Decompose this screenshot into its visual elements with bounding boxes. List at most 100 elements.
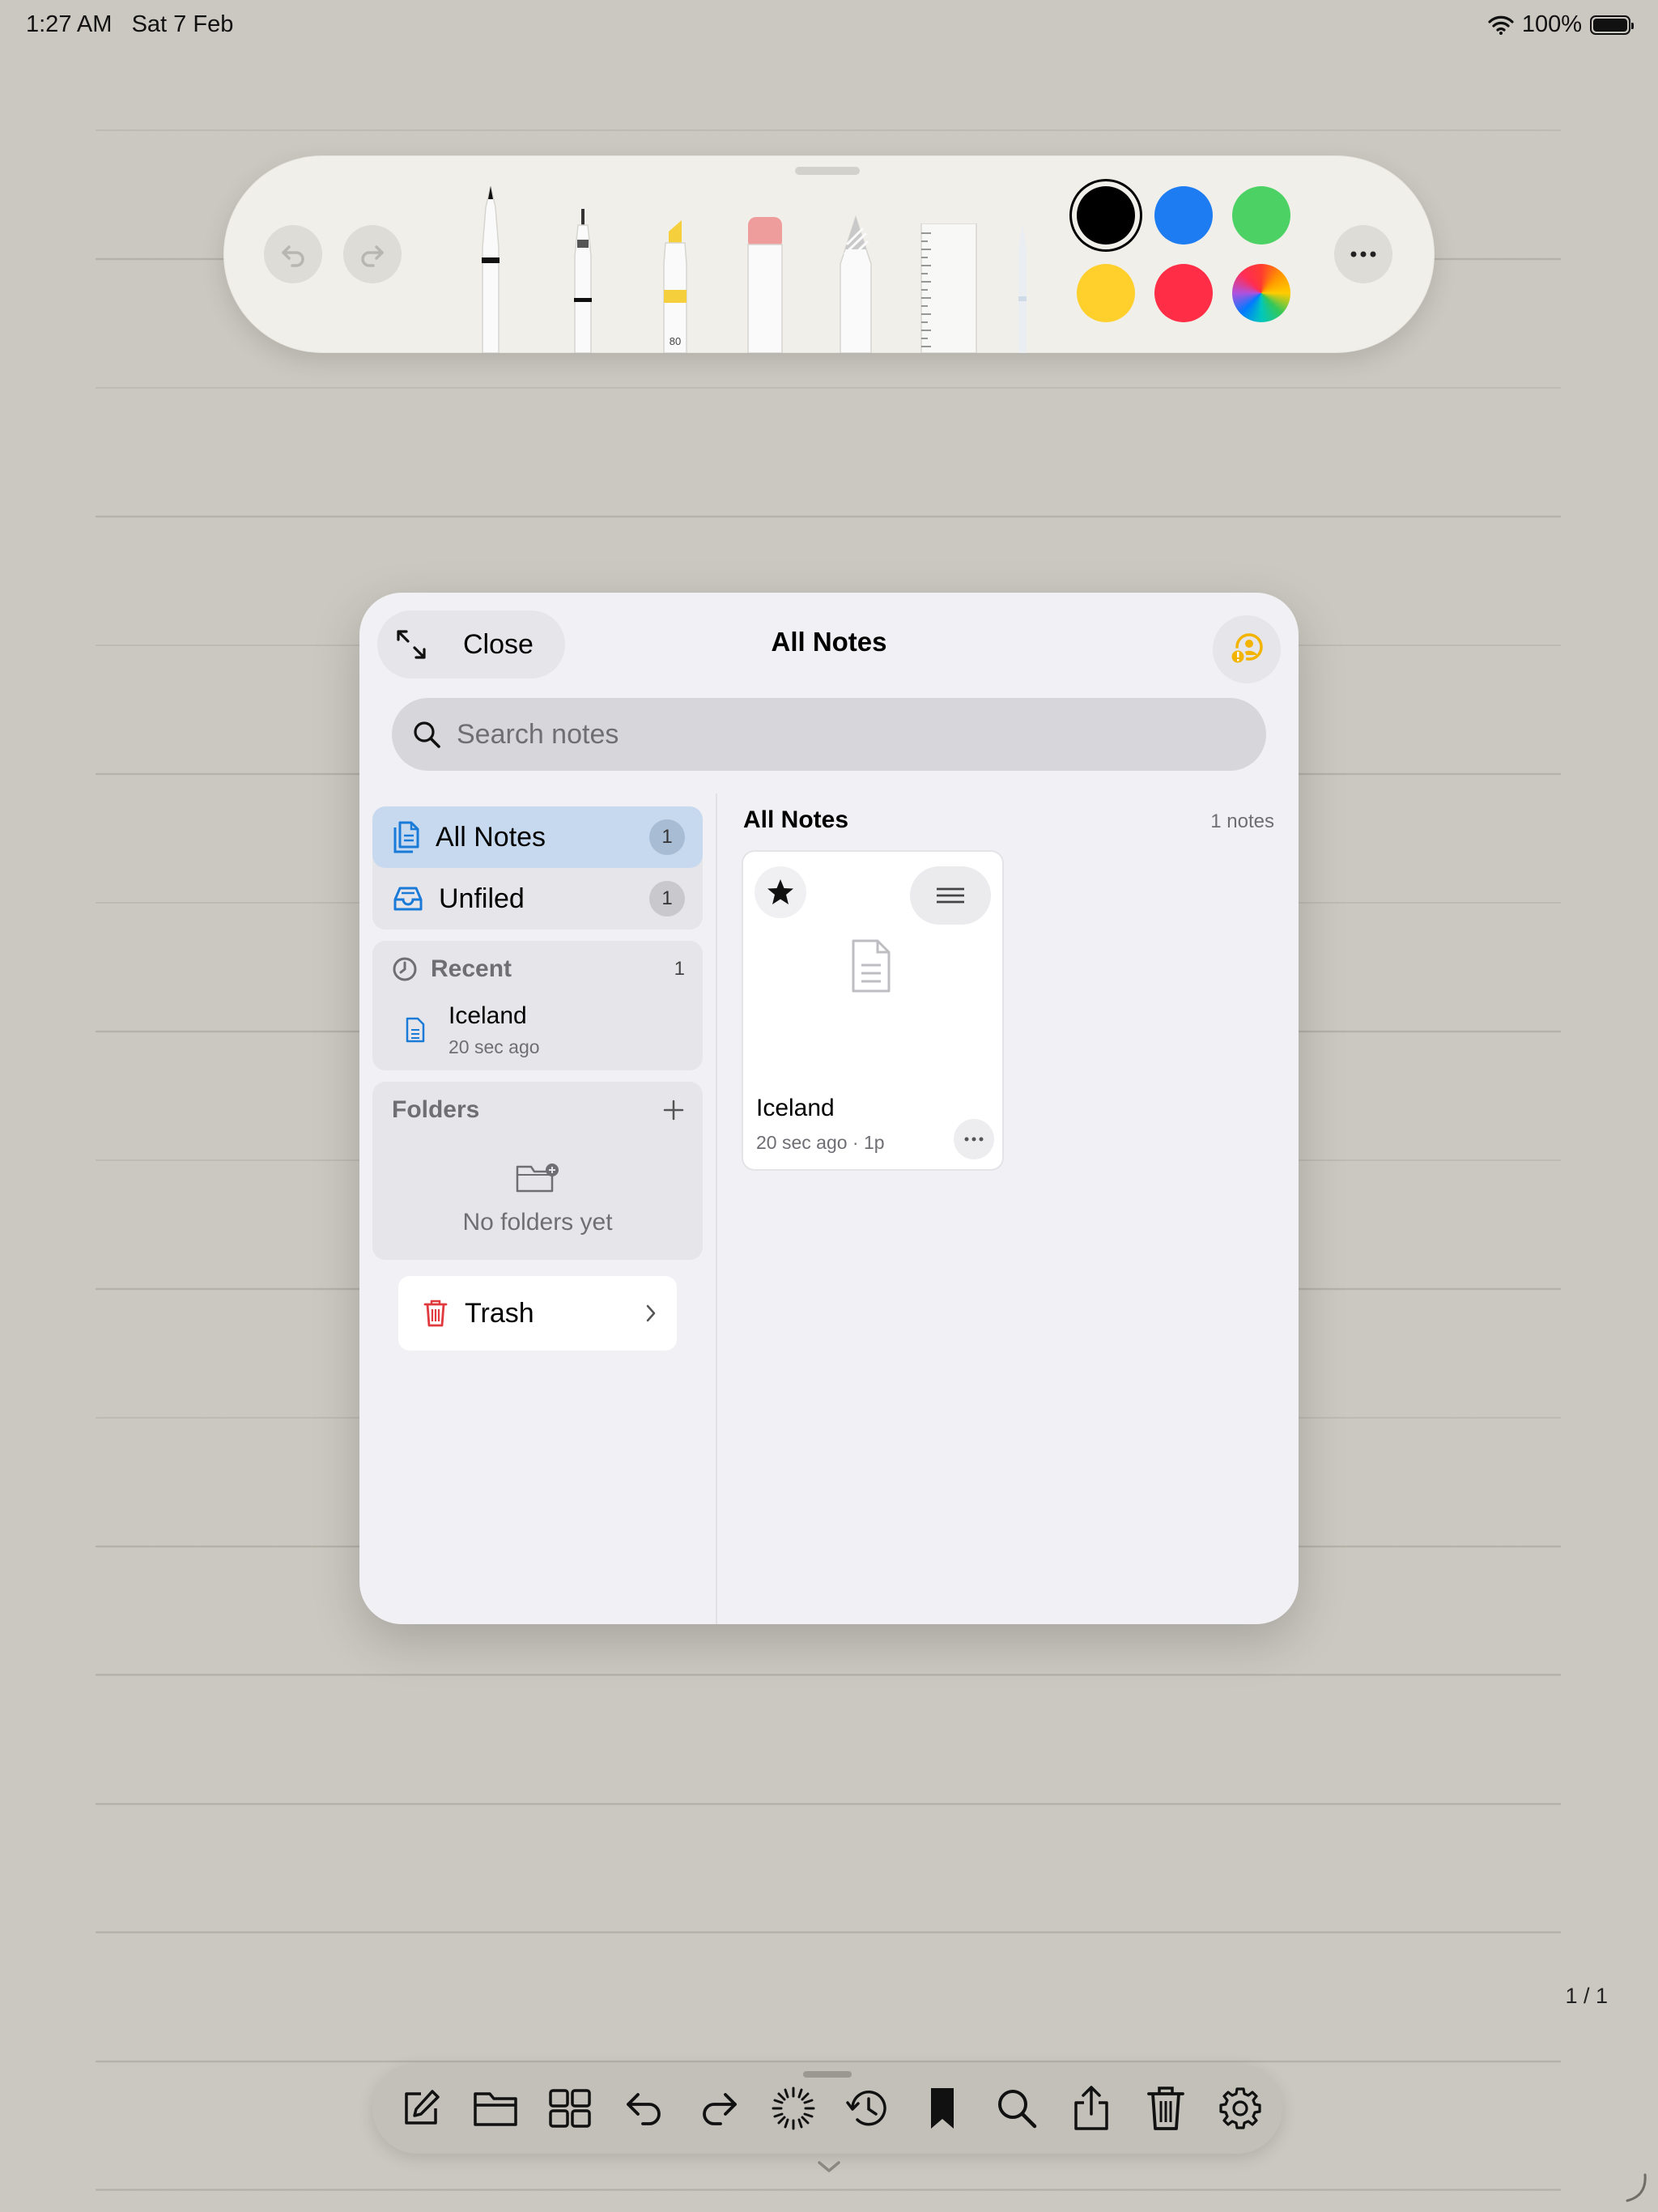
recent-note-title: Iceland [449,1002,527,1029]
wifi-icon [1488,15,1514,35]
note-thumbnail-icon [852,939,891,993]
search-icon [414,721,440,748]
note-card[interactable]: Iceland 20 sec ago · 1p [743,852,1002,1169]
document-icon [406,1017,425,1043]
count-badge: 1 [649,819,685,855]
share-button[interactable] [1067,2084,1116,2133]
empty-folders-text: No folders yet [462,1209,613,1236]
history-button[interactable] [844,2084,892,2133]
delete-button[interactable] [1141,2084,1190,2133]
trash-icon [423,1300,448,1327]
panel-title: All Notes [771,627,887,657]
palette-more-button[interactable] [1334,225,1392,283]
search-toolbar-button[interactable] [993,2084,1041,2133]
color-swatch-blue[interactable] [1154,186,1213,245]
notes-library-panel: Close All Notes Search notes All Notes 1… [359,593,1299,1624]
ruler-tool[interactable] [916,223,981,353]
gear-icon [1219,2087,1261,2129]
undo-button[interactable] [264,225,322,283]
favorite-button[interactable] [755,866,806,918]
sync-button[interactable] [769,2084,818,2133]
folder-add-icon [516,1163,559,1193]
hamburger-icon [937,887,964,904]
folders-label: Folders [392,1096,480,1123]
recent-section-header[interactable]: Recent 1 [372,941,703,998]
notes-list-header: All Notes 1 notes [743,806,1274,834]
search-icon [998,2090,1037,2129]
ellipsis-icon [1350,251,1376,257]
toolbar-grip-handle[interactable] [803,2071,852,2078]
note-menu-button[interactable] [910,866,991,925]
undo-icon [282,245,304,267]
color-swatch-yellow[interactable] [1077,264,1135,322]
grid-view-button[interactable] [546,2084,594,2133]
tool-palette[interactable]: 80 [223,155,1435,353]
undo-toolbar-button[interactable] [620,2084,669,2133]
loading-spinner-icon [772,2087,815,2130]
redo-icon [361,245,384,267]
pencil-hover-indicator [1626,2173,1647,2202]
search-bar[interactable] [392,698,1266,771]
color-swatch-green[interactable] [1232,186,1290,245]
sidebar-item-trash[interactable]: Trash [398,1276,677,1351]
lasso-tool[interactable] [1010,215,1035,353]
library-group: All Notes 1 Unfiled 1 [372,806,703,929]
count-badge: 1 [649,881,685,917]
redo-icon [703,2093,737,2125]
battery-percent: 100% [1521,11,1582,37]
recent-label: Recent [431,955,512,982]
pencil-tool[interactable] [834,215,878,353]
sidebar: All Notes 1 Unfiled 1 Recent 1 Iceland 2… [372,806,703,1351]
recent-group: Recent 1 Iceland 20 sec ago [372,941,703,1070]
sidebar-item-label: Unfiled [439,883,525,914]
star-icon [767,879,793,904]
recent-note-item[interactable]: Iceland 20 sec ago [372,998,703,1070]
recent-count: 1 [674,958,685,980]
page-indicator: 1 / 1 [1565,1984,1608,2008]
note-title: Iceland [756,1095,835,1121]
folders-section-header: Folders [372,1082,703,1138]
compose-icon [405,2090,440,2125]
bottom-toolbar [372,2063,1282,2154]
trash-icon [1147,2087,1184,2130]
bookmark-button[interactable] [918,2084,967,2133]
palette-grip-handle[interactable] [795,167,860,175]
status-date: Sat 7 Feb [131,11,234,37]
folders-group: Folders No folders yet [372,1082,703,1260]
notes-list-title: All Notes [743,806,849,833]
ellipsis-icon [964,1137,984,1142]
account-button[interactable] [1213,615,1281,683]
column-divider [716,793,717,1624]
redo-button[interactable] [343,225,402,283]
battery-icon [1590,15,1634,35]
status-bar-left: 1:27 AM Sat 7 Feb [26,11,233,38]
new-note-button[interactable] [397,2084,445,2133]
status-bar-right: 100% [1488,11,1634,38]
bookmark-icon [931,2088,954,2129]
pen-tool[interactable] [470,183,512,353]
sidebar-item-unfiled[interactable]: Unfiled 1 [372,868,703,929]
color-swatch-red[interactable] [1154,264,1213,322]
eraser-tool[interactable] [743,215,787,353]
sidebar-item-all-notes[interactable]: All Notes 1 [372,806,703,868]
redo-toolbar-button[interactable] [695,2084,743,2133]
settings-button[interactable] [1216,2084,1265,2133]
clock-icon [393,957,417,981]
empty-folders-state: No folders yet [372,1138,703,1260]
recent-note-time: 20 sec ago [449,1036,540,1057]
share-icon [1074,2086,1108,2130]
color-swatch-black[interactable] [1077,186,1135,245]
chevron-down-icon[interactable] [814,2159,844,2176]
highlighter-tool[interactable]: 80 [653,215,698,353]
color-picker-wheel[interactable] [1232,264,1290,322]
account-warning-icon [1229,633,1263,666]
note-more-button[interactable] [954,1119,994,1159]
chevron-right-icon [646,1304,656,1322]
search-input[interactable] [455,717,1187,751]
add-folder-button[interactable] [662,1099,685,1121]
fineliner-tool[interactable] [562,207,604,353]
status-time: 1:27 AM [26,11,113,37]
folder-button[interactable] [471,2084,520,2133]
sidebar-item-label: All Notes [436,821,546,853]
history-icon [846,2091,886,2126]
